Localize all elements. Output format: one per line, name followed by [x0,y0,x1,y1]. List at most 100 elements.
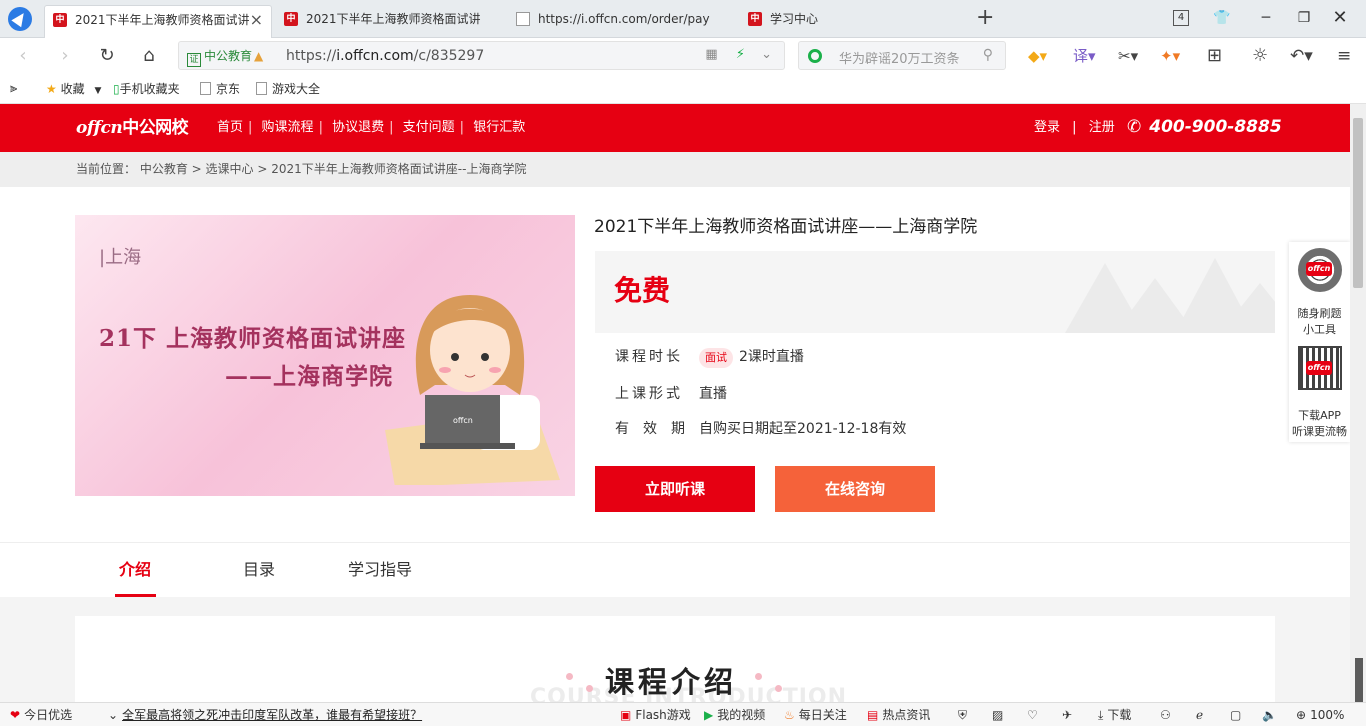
news-headline[interactable]: 全军最高将领之死冲击印度军队改革，谁最有希望接班？ [122,708,422,722]
reload-icon[interactable]: ↻ [96,45,118,67]
speaker-icon[interactable]: 🔈 [1262,704,1277,726]
browser-tab-2[interactable]: 中 2021下半年上海教师资格面试讲 [276,5,486,38]
wallet-icon[interactable]: ◆▾ [1028,46,1047,66]
duration-tag: 面试 [699,348,733,368]
nav-divider: | [459,120,465,135]
chevron-down-icon[interactable]: ⌄ [761,47,772,62]
bookmark-jd[interactable]: 京东 [200,81,240,97]
url-text[interactable]: https://i.offcn.com/c/835297 [286,47,484,65]
bookmark-favorites[interactable]: ★ 收藏 ▼ [46,81,101,99]
tab-catalog[interactable]: 目录 [243,559,275,581]
scrollbar-thumb[interactable] [1353,118,1363,288]
decor-triangle [1220,283,1275,333]
scissors-icon[interactable]: ✂▾ [1118,46,1138,66]
site-header: offcn中公网校 首页 | 购课流程 | 协议退费 | 支付问题 | 银行汇款 登录 … [0,104,1350,152]
phone-icon: ✆ [1127,117,1142,137]
banner-line-2: ——上海商学院 [225,363,393,390]
zoom-control[interactable]: ⊕ 100% [1296,704,1344,726]
format-label: 上课形式 [615,386,683,402]
breadcrumb-item: 2021下半年上海教师资格面试讲座--上海商学院 [271,162,527,176]
register-link[interactable]: 注册 [1089,120,1115,135]
plugin-icon[interactable]: ⚇ [1160,704,1171,726]
nav-divider: | [389,120,394,135]
offcn-logo-icon: offcn [1306,262,1332,276]
tab-intro[interactable]: 介绍 [119,559,151,581]
today-picks[interactable]: ❤ 今日优选 [10,704,72,726]
bookmark-mobile[interactable]: ▯手机收藏夹 [113,81,180,97]
lightning-icon[interactable]: ⚡ [736,47,745,62]
search-engine-icon[interactable] [808,49,822,63]
brightness-icon[interactable]: ☼ [1252,46,1268,66]
menu-icon[interactable]: ≡ [1337,46,1351,66]
tab-title: 2021下半年上海教师资格面试讲 [75,13,250,27]
hot-news[interactable]: ▤ 热点资讯 [867,704,930,726]
content-tabs: 介绍 目录 学习指导 [0,542,1350,597]
certificate-badge[interactable]: 证中公教育 ▲ [187,47,263,67]
window-close-icon[interactable]: ✕ [1330,8,1350,28]
skin-icon[interactable]: 👕 [1212,8,1232,28]
nav-divider: | [318,120,323,135]
breadcrumb-item[interactable]: 中公教育 [140,162,188,176]
qr-code-icon[interactable]: ▦ [705,47,717,62]
address-field[interactable]: 证中公教育 ▲ https://i.offcn.com/c/835297 ▦ ⚡ … [178,41,785,70]
tab-study-guide[interactable]: 学习指导 [348,559,412,581]
url-prefix: https:// [286,48,337,64]
nav-purchase-flow[interactable]: 购课流程 [257,120,319,135]
home-icon[interactable]: ⌂ [138,45,160,67]
minimize-icon[interactable]: ─ [1256,8,1276,28]
nav-home[interactable]: 首页 [217,120,248,135]
download[interactable]: ⤓ 下载 [1098,704,1131,726]
rocket-icon[interactable]: ✈ [1062,704,1072,726]
format-value: 直播 [699,386,727,402]
page-icon [256,82,267,95]
back-icon[interactable]: ‹ [12,45,34,67]
offcn-favicon-icon: 中 [748,12,762,26]
phone-icon: ▯ [113,82,120,96]
heartbeat-icon[interactable]: ♡ [1027,704,1038,726]
browser-tab-4[interactable]: 中 学习中心 [740,5,940,38]
flash-games[interactable]: ▣ Flash游戏 [620,704,691,726]
bookmark-label: 手机收藏夹 [119,82,180,96]
sidebar-toggle-icon[interactable]: ⫸ [10,81,17,97]
course-price: 免费 [614,274,671,307]
undo-icon[interactable]: ↶▾ [1290,46,1313,66]
search-icon[interactable]: ⚲ [983,47,993,63]
active-tab-underline [115,594,156,597]
browser-tab-1[interactable]: 中 2021下半年上海教师资格面试讲 × [44,5,272,38]
online-consult-button[interactable]: 在线咨询 [775,466,935,512]
svg-text:offcn: offcn [453,416,473,425]
listen-now-button[interactable]: 立即听课 [595,466,755,512]
search-field[interactable]: 华为辟谣20万工资条 ⚲ [798,41,1006,70]
app-caption-1: 下载APP [1298,409,1341,422]
page-scrollbar[interactable] [1350,104,1366,702]
search-input[interactable]: 华为辟谣20万工资条 [839,48,960,67]
my-videos[interactable]: ▶ 我的视频 [704,704,765,726]
breadcrumb: 当前位置： 中公教育 > 选课中心 > 2021下半年上海教师资格面试讲座--上… [76,162,527,176]
forward-icon[interactable]: › [54,45,76,67]
shield-icon[interactable]: ⛨ [958,704,967,726]
breadcrumb-item[interactable]: 选课中心 [206,162,254,176]
apps-grid-icon[interactable]: ⊞ [1207,46,1222,66]
restore-icon[interactable]: ❐ [1294,8,1314,28]
login-link[interactable]: 登录 [1034,120,1060,135]
browser-logo-icon[interactable] [8,7,32,31]
image-icon[interactable]: ▨ [992,704,1003,726]
address-actions: ▦ ⚡ ⌄ [705,47,772,62]
browser-tab-3[interactable]: https://i.offcn.com/order/pay [508,5,718,38]
hotline: ✆ 400-900-8885 [1127,116,1282,138]
translate-icon[interactable]: 译▾ [1073,46,1096,66]
new-tab-icon[interactable]: + [976,6,994,30]
news-ticker[interactable]: ⌄ 全军最高将领之死冲击印度军队改革，谁最有希望接班？ [108,704,422,726]
daily-follow[interactable]: ♨ 每日关注 [784,704,847,726]
nav-payment[interactable]: 支付问题 [398,120,460,135]
game-icon[interactable]: ✦▾ [1160,46,1180,66]
window-icon[interactable]: ▢ [1230,704,1241,726]
tab-count-badge[interactable]: 4 [1173,10,1189,26]
ie-icon[interactable]: ℯ [1196,704,1203,726]
nav-bank-transfer[interactable]: 银行汇款 [468,120,530,135]
close-icon[interactable]: × [250,6,263,34]
nav-refund[interactable]: 协议退费 [327,120,389,135]
bookmark-games[interactable]: 游戏大全 [256,81,320,97]
site-logo[interactable]: offcn中公网校 [76,118,189,138]
banner-line-1: 21下 上海教师资格面试讲座 [99,325,407,352]
